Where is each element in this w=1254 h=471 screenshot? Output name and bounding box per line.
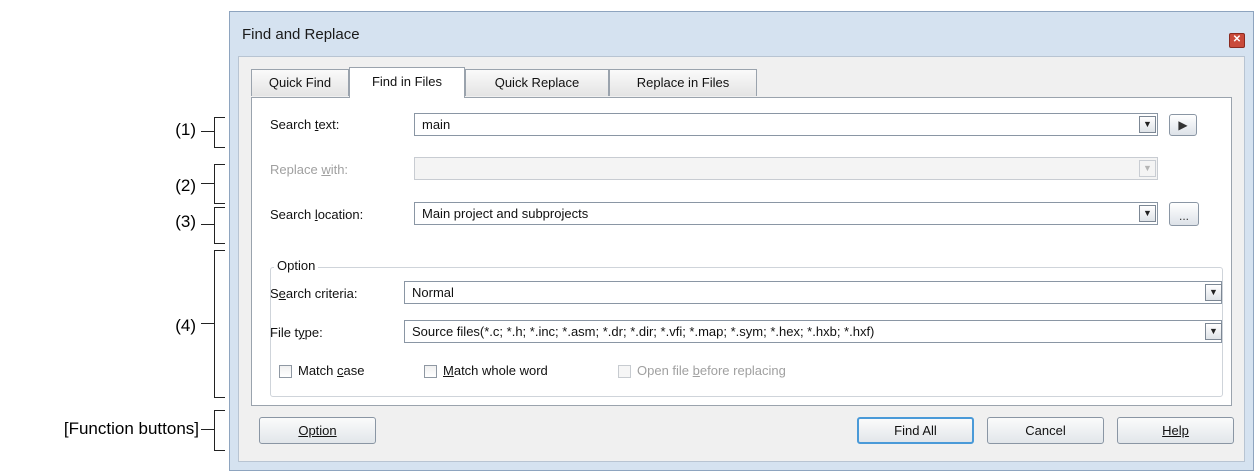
annotation-function-buttons: [Function buttons] <box>63 419 199 438</box>
replace-with-input[interactable] <box>414 157 1158 180</box>
title-bar[interactable]: Find and Replace ✕ <box>230 12 1253 56</box>
option-button-label: Option <box>298 423 337 438</box>
search-text-dropdown[interactable]: ▼ <box>1139 116 1156 133</box>
search-text-label: Search text: <box>270 117 340 132</box>
annotation-4: (4) <box>175 316 196 335</box>
chevron-down-icon: ▼ <box>1209 326 1218 336</box>
annotation-tick-3 <box>201 224 214 225</box>
search-location-label: Search location: <box>270 207 364 222</box>
search-criteria-select[interactable]: Normal <box>404 281 1222 304</box>
annotation-bracket-function-buttons <box>214 410 225 451</box>
match-whole-word-label[interactable]: Match whole word <box>443 363 548 378</box>
match-case-checkbox[interactable] <box>279 365 292 378</box>
search-criteria-dropdown[interactable]: ▼ <box>1205 284 1222 301</box>
option-group-title: Option <box>274 258 319 273</box>
search-location-select[interactable]: Main project and subprojects <box>414 202 1158 225</box>
cancel-button-label: Cancel <box>1025 423 1066 438</box>
search-criteria-label: Search criteria: <box>270 286 358 301</box>
open-file-before-replacing-label[interactable]: Open file before replacing <box>637 363 786 378</box>
help-button[interactable]: Help <box>1117 417 1234 444</box>
open-file-before-replacing-checkbox[interactable] <box>618 365 631 378</box>
replace-with-dropdown[interactable]: ▼ <box>1139 160 1156 177</box>
file-type-label: File type: <box>270 325 323 340</box>
annotation-tick-4 <box>201 323 214 324</box>
window-title: Find and Replace <box>242 26 360 43</box>
chevron-down-icon: ▼ <box>1143 119 1152 129</box>
search-text-options-button[interactable]: ▶ <box>1169 114 1197 136</box>
tab-quick-replace[interactable]: Quick Replace <box>465 69 609 96</box>
match-whole-word-checkbox[interactable] <box>424 365 437 378</box>
option-button[interactable]: Option <box>259 417 376 444</box>
help-button-label: Help <box>1162 423 1189 438</box>
replace-with-label: Replace with: <box>270 162 349 177</box>
close-icon: ✕ <box>1232 34 1242 45</box>
tab-quick-find[interactable]: Quick Find <box>251 69 349 96</box>
chevron-down-icon: ▼ <box>1143 208 1152 218</box>
browse-location-button[interactable]: ... <box>1169 202 1199 226</box>
close-button[interactable]: ✕ <box>1229 33 1245 48</box>
annotation-bracket-2 <box>214 164 225 204</box>
find-and-replace-dialog: Find and Replace ✕ Quick Find Find in Fi… <box>229 11 1254 471</box>
tab-replace-in-files[interactable]: Replace in Files <box>609 69 757 96</box>
match-case-label[interactable]: Match case <box>298 363 364 378</box>
chevron-down-icon: ▼ <box>1143 163 1152 173</box>
annotation-tick-1 <box>201 131 214 132</box>
find-all-button-label: Find All <box>894 423 937 438</box>
annotation-2: (2) <box>175 176 196 195</box>
file-type-dropdown[interactable]: ▼ <box>1205 323 1222 340</box>
annotation-bracket-3 <box>214 207 225 244</box>
search-text-input[interactable]: main <box>414 113 1158 136</box>
annotation-tick-2 <box>201 183 214 184</box>
chevron-down-icon: ▼ <box>1209 287 1218 297</box>
search-location-dropdown[interactable]: ▼ <box>1139 205 1156 222</box>
cancel-button[interactable]: Cancel <box>987 417 1104 444</box>
tab-find-in-files[interactable]: Find in Files <box>349 67 465 98</box>
dialog-client-area: Quick Find Find in Files Quick Replace R… <box>238 56 1245 462</box>
annotation-tick-function-buttons <box>201 429 214 430</box>
play-arrow-icon: ▶ <box>1178 118 1188 132</box>
find-in-files-panel: Search text: main ▼ ▶ Replace with: ▼ Se… <box>251 97 1232 406</box>
annotation-3: (3) <box>175 212 196 231</box>
annotation-bracket-1 <box>214 117 225 148</box>
annotation-bracket-4 <box>214 250 225 398</box>
file-type-select[interactable]: Source files(*.c; *.h; *.inc; *.asm; *.d… <box>404 320 1222 343</box>
find-all-button[interactable]: Find All <box>857 417 974 444</box>
annotation-1: (1) <box>175 120 196 139</box>
